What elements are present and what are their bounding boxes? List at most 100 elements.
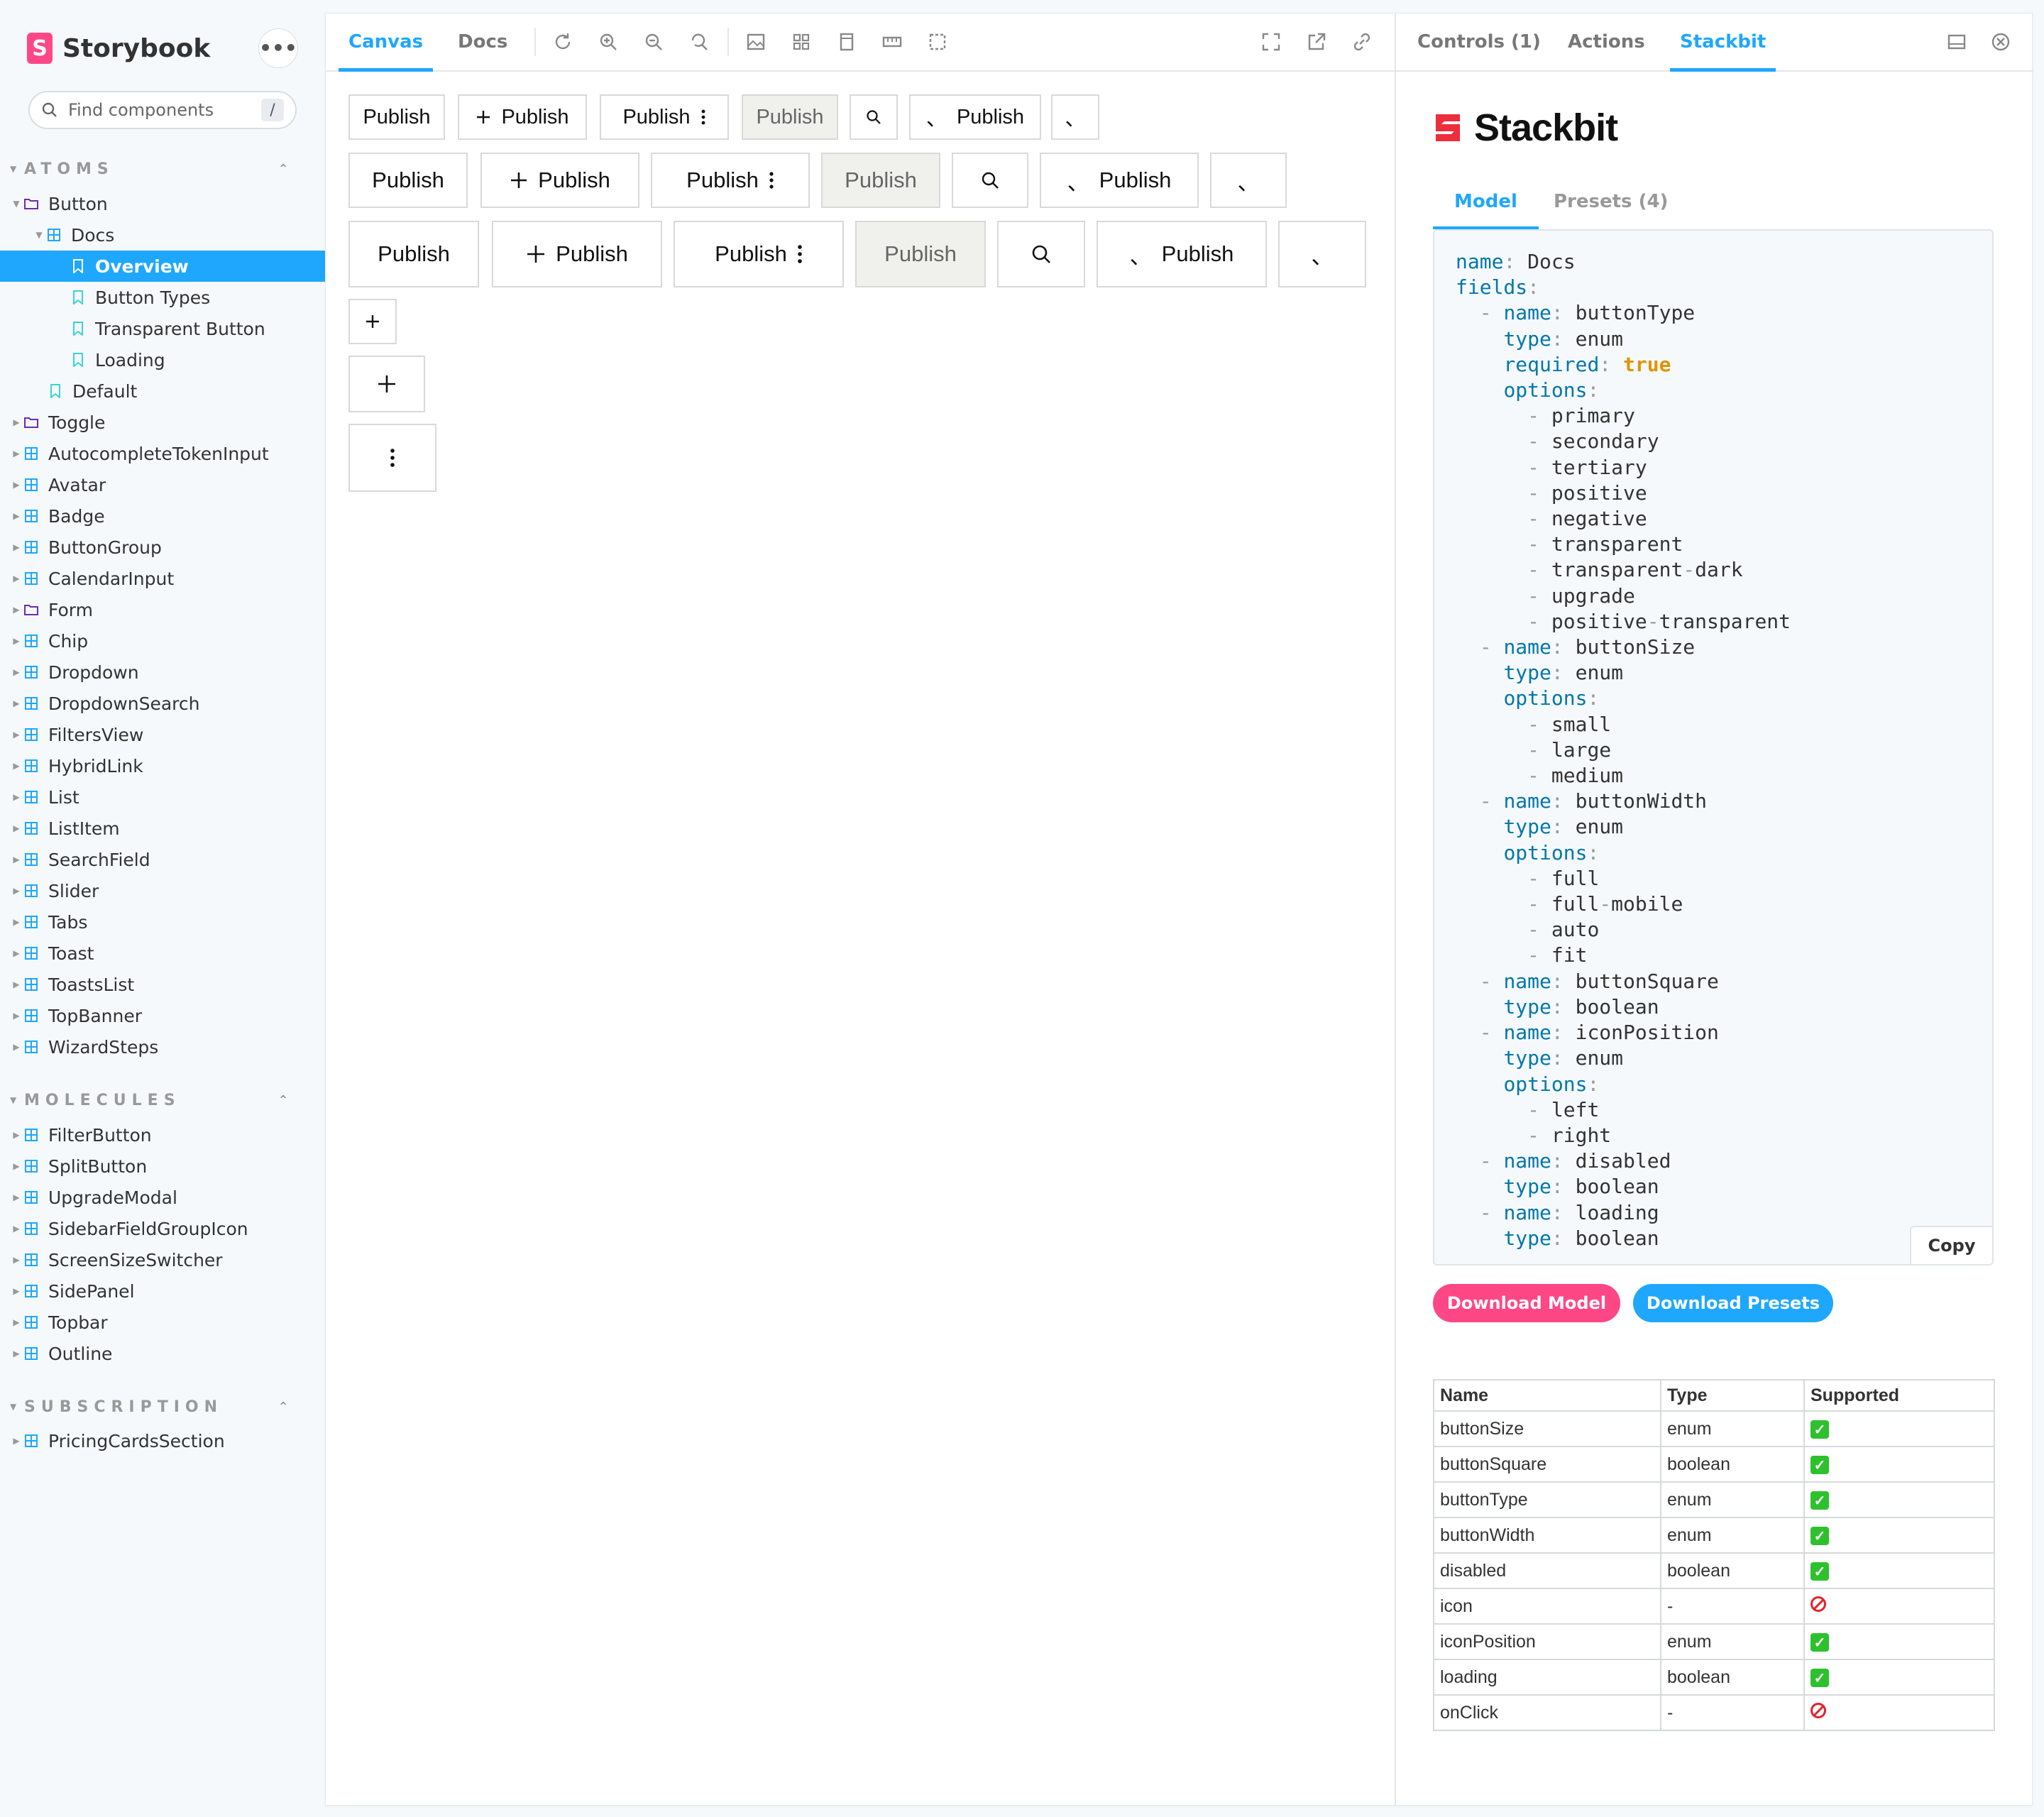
loading-square-button[interactable]: 、 — [1210, 153, 1287, 208]
plus-square-button-small[interactable] — [348, 299, 397, 344]
background-icon[interactable] — [744, 31, 767, 53]
sidebar-tree-item[interactable]: ▶ Avatar — [0, 469, 325, 500]
sidebar-tree-item[interactable]: ▶ List — [0, 781, 325, 813]
open-new-tab-icon[interactable] — [1305, 31, 1328, 53]
publish-button-loading[interactable]: 、 Publish — [909, 94, 1041, 140]
publish-button-loading[interactable]: 、 Publish — [1097, 221, 1267, 287]
grid-icon[interactable] — [790, 31, 813, 53]
tree-item-button-types[interactable]: Button Types — [0, 282, 325, 313]
copy-link-icon[interactable] — [1351, 31, 1373, 53]
copy-button[interactable]: Copy — [1910, 1226, 1992, 1264]
sidebar-tree-item[interactable]: ▶ Tabs — [0, 906, 325, 938]
stackbit-logo: Stackbit — [1432, 106, 1618, 150]
section-header-subscription[interactable]: ▼ SUBSCRIPTION ⌃ — [10, 1393, 294, 1421]
tab-stackbit[interactable]: Stackbit — [1669, 13, 1776, 72]
zoom-out-icon[interactable] — [642, 31, 665, 53]
search-square-button[interactable] — [997, 221, 1085, 287]
tree-item-label: SidePanel — [48, 1280, 135, 1302]
toolbar-divider — [727, 28, 729, 56]
subtab-model[interactable]: Model — [1433, 184, 1539, 229]
panel-position-icon[interactable] — [1945, 31, 1968, 53]
storybook-brand[interactable]: S Storybook — [27, 28, 210, 68]
expand-collapse-icon[interactable]: ⌃ — [273, 1093, 294, 1108]
zoom-reset-icon[interactable] — [688, 31, 710, 53]
subtab-presets[interactable]: Presets (4) — [1554, 184, 1668, 219]
prop-type-cell: - — [1660, 1588, 1805, 1625]
publish-button-icon-right[interactable]: Publish — [651, 153, 810, 208]
sidebar-tree-item[interactable]: ▶ AutocompleteTokenInput — [0, 438, 325, 469]
tree-item-label: Loading — [95, 349, 165, 370]
tree-item-transparent-button[interactable]: Transparent Button — [0, 313, 325, 344]
caret-down-icon: ▼ — [35, 230, 43, 240]
sidebar-tree-item[interactable]: ▶ SplitButton — [0, 1151, 325, 1182]
sidebar-tree-item[interactable]: ▶ SidePanel — [0, 1275, 325, 1307]
search-square-button[interactable] — [952, 153, 1028, 208]
publish-button-loading[interactable]: 、 Publish — [1040, 153, 1199, 208]
tree-item-default[interactable]: Default — [0, 375, 325, 407]
publish-button-icon-left[interactable]: Publish — [492, 221, 662, 287]
sidebar-tree-item[interactable]: ▶ Chip — [0, 625, 325, 657]
section-header-atoms[interactable]: ▼ ATOMS ⌃ — [10, 155, 294, 183]
tab-docs[interactable]: Docs — [458, 13, 507, 70]
sidebar-tree-item[interactable]: ▶ Topbar — [0, 1307, 325, 1338]
sidebar-tree-item[interactable]: ▶ Badge — [0, 500, 325, 532]
tree-item-label: UpgradeModal — [48, 1187, 177, 1208]
sidebar-tree-item[interactable]: ▶ TopBanner — [0, 1000, 325, 1031]
sidebar-tree-item[interactable]: ▶ Dropdown — [0, 657, 325, 688]
outline-icon[interactable] — [926, 31, 949, 53]
publish-button[interactable]: Publish — [348, 221, 479, 287]
sidebar-tree-item[interactable]: ▶ ButtonGroup — [0, 532, 325, 563]
sidebar-tree-item[interactable]: ▶ FiltersView — [0, 719, 325, 750]
search-input[interactable]: Find components / — [28, 91, 297, 129]
viewport-icon[interactable] — [835, 31, 858, 53]
tree-item-docs[interactable]: ▼ Docs — [0, 219, 325, 251]
sidebar-tree-item[interactable]: ▶ ScreenSizeSwitcher — [0, 1244, 325, 1275]
sidebar-tree-item[interactable]: ▶ ListItem — [0, 813, 325, 844]
section-header-molecules[interactable]: ▼ MOLECULES ⌃ — [10, 1086, 294, 1114]
publish-button[interactable]: Publish — [348, 94, 445, 140]
plus-square-button-medium[interactable] — [348, 356, 425, 412]
sidebar-tree-item[interactable]: ▶ Form — [0, 594, 325, 625]
publish-button-icon-right[interactable]: Publish — [600, 94, 729, 140]
more-options-button[interactable]: ••• — [258, 28, 298, 68]
tree-item-loading[interactable]: Loading — [0, 344, 325, 375]
refresh-icon[interactable] — [551, 31, 574, 53]
sidebar-tree-item[interactable]: ▶ HybridLink — [0, 750, 325, 781]
tree-item-button[interactable]: ▼ Button — [0, 188, 325, 219]
sidebar-tree-item[interactable]: ▶ Outline — [0, 1338, 325, 1369]
publish-button-icon-left[interactable]: Publish — [480, 153, 639, 208]
publish-button[interactable]: Publish — [348, 153, 468, 208]
sidebar-tree-item[interactable]: ▶ Toast — [0, 938, 325, 969]
download-model-button[interactable]: Download Model — [1433, 1284, 1620, 1322]
component-icon — [23, 882, 40, 899]
expand-collapse-icon[interactable]: ⌃ — [273, 1400, 294, 1415]
sidebar-tree-item[interactable]: ▶ Toggle — [0, 407, 325, 438]
sidebar-tree-item[interactable]: ▶ ToastsList — [0, 969, 325, 1000]
loading-square-button[interactable]: 、 — [1278, 221, 1366, 287]
close-panel-icon[interactable] — [1989, 31, 2012, 53]
tab-canvas[interactable]: Canvas — [338, 13, 434, 72]
fullscreen-icon[interactable] — [1260, 31, 1282, 53]
sidebar-tree-item[interactable]: ▶ UpgradeModal — [0, 1182, 325, 1213]
sidebar-tree-item[interactable]: ▶ CalendarInput — [0, 563, 325, 594]
sidebar-tree-item[interactable]: ▶ PricingCardsSection — [0, 1425, 325, 1456]
loading-square-button[interactable]: 、 — [1051, 94, 1099, 140]
expand-collapse-icon[interactable]: ⌃ — [273, 162, 294, 177]
tab-actions[interactable]: Actions — [1568, 13, 1645, 70]
sidebar-tree-item[interactable]: ▶ SidebarFieldGroupIcon — [0, 1213, 325, 1244]
sidebar-tree-item[interactable]: ▶ Slider — [0, 875, 325, 906]
search-square-button[interactable] — [850, 94, 898, 140]
caret-right-icon: ▶ — [13, 761, 20, 771]
zoom-in-icon[interactable] — [597, 31, 620, 53]
measure-icon[interactable] — [881, 31, 903, 53]
more-square-button-large[interactable] — [348, 424, 436, 492]
sidebar-tree-item[interactable]: ▶ WizardSteps — [0, 1031, 325, 1063]
tree-item-overview[interactable]: Overview — [0, 251, 325, 282]
tab-controls[interactable]: Controls (1) — [1417, 13, 1541, 70]
download-presets-button[interactable]: Download Presets — [1633, 1284, 1833, 1322]
sidebar-tree-item[interactable]: ▶ SearchField — [0, 844, 325, 875]
sidebar-tree-item[interactable]: ▶ FilterButton — [0, 1119, 325, 1151]
sidebar-tree-item[interactable]: ▶ DropdownSearch — [0, 688, 325, 719]
publish-button-icon-right[interactable]: Publish — [674, 221, 844, 287]
publish-button-icon-left[interactable]: Publish — [458, 94, 587, 140]
